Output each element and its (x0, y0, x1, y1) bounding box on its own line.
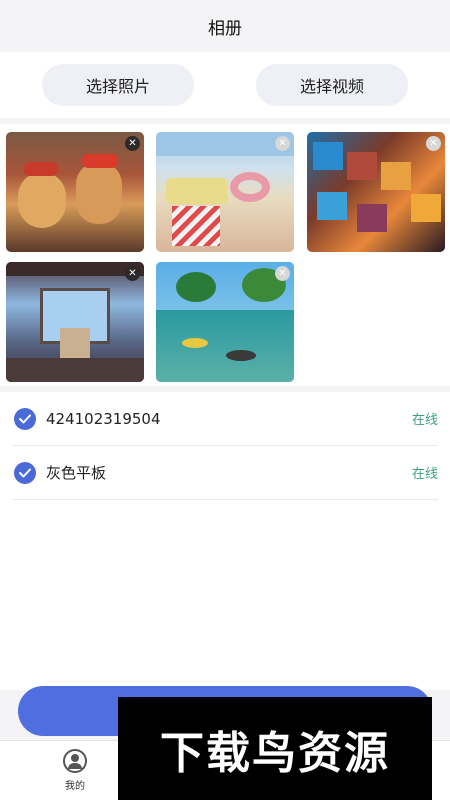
remove-photo-icon[interactable]: ✕ (275, 266, 290, 281)
device-name: 灰色平板 (46, 464, 107, 482)
photo-thumbnail-color-cubes[interactable]: ✕ (307, 132, 445, 252)
tab-me[interactable]: 我的 (52, 749, 98, 792)
device-status: 在线 (411, 413, 438, 428)
remove-photo-icon[interactable]: ✕ (426, 136, 441, 151)
page-title: 相册 (208, 18, 242, 39)
device-row[interactable]: 424102319504 在线 (12, 392, 438, 446)
remove-photo-icon[interactable]: ✕ (125, 136, 140, 151)
picker-row: 选择照片 选择视频 (0, 52, 450, 118)
tab-me-label: 我的 (65, 781, 85, 792)
check-icon[interactable] (14, 407, 36, 430)
photo-thumbnail-teddy-bears[interactable]: ✕ (6, 132, 144, 252)
remove-photo-icon[interactable]: ✕ (125, 266, 140, 281)
select-photo-button[interactable]: 选择照片 (42, 64, 194, 106)
photo-thumbnail-tropical-fish[interactable]: ✕ (156, 262, 294, 382)
photo-thumbnail-anime-room[interactable]: ✕ (6, 262, 144, 382)
remove-photo-icon[interactable]: ✕ (275, 136, 290, 151)
device-status: 在线 (411, 467, 438, 482)
check-icon[interactable] (14, 461, 36, 484)
photo-grid: ✕ ✕ ✕ ✕ ✕ (0, 124, 450, 386)
user-icon (63, 749, 87, 773)
photo-thumbnail-beach-pool[interactable]: ✕ (156, 132, 294, 252)
device-list: 424102319504 在线 灰色平板 在线 (0, 392, 450, 690)
header: 相册 (0, 0, 450, 52)
device-row[interactable]: 灰色平板 在线 (12, 446, 438, 500)
device-name: 424102319504 (46, 409, 161, 428)
select-video-button[interactable]: 选择视频 (256, 64, 408, 106)
watermark: 下载鸟资源 (118, 697, 432, 800)
